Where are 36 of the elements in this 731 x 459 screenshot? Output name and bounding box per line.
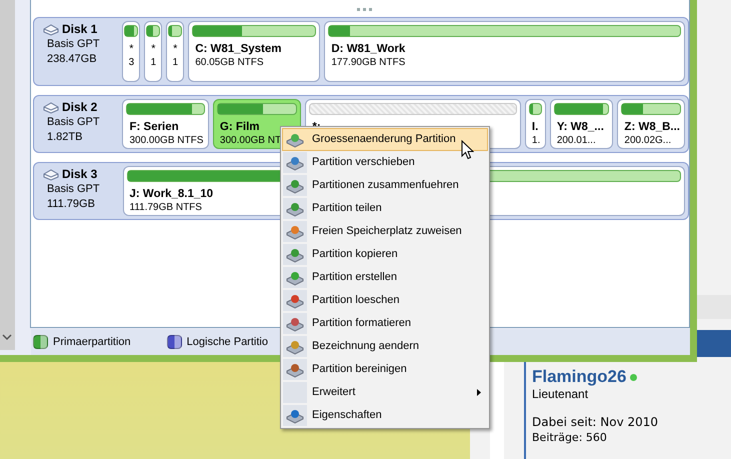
join-date: Dabei seit: Nov 2010 xyxy=(532,414,660,430)
partition-size: 1 xyxy=(172,56,178,70)
legend-label: Primaerpartition xyxy=(53,334,131,350)
disk-name: Disk 2 xyxy=(62,100,98,115)
partition-size: 111.79GB NTFS xyxy=(128,201,202,215)
partition-size: 200.01... xyxy=(556,134,596,148)
partition-label: G: Film xyxy=(218,120,260,134)
partition-size: 60.05GB NTFS xyxy=(194,56,264,70)
partition-label: Y: W8_... xyxy=(556,120,604,134)
partition-size: 3 xyxy=(128,56,134,70)
disk-type: Basis GPT xyxy=(46,37,101,52)
disk-name: Disk 1 xyxy=(62,22,98,37)
post-count: Beiträge: 560 xyxy=(532,430,608,446)
partition-label: D: W81_Work xyxy=(330,42,406,56)
partition-label: * xyxy=(129,42,134,56)
partition-size: 1. xyxy=(530,134,540,148)
partition-label: * xyxy=(173,42,178,56)
disk-type: Basis GPT xyxy=(46,115,101,130)
partition-label: C: W81_System xyxy=(194,42,282,56)
user-rank: Lieutenant xyxy=(532,387,590,402)
disk-size: 1.82TB xyxy=(46,130,84,145)
partition-label: * xyxy=(151,42,156,56)
partition-label: Z: W8_B... xyxy=(623,120,680,134)
partition-label: I. xyxy=(530,120,538,134)
disk-type: Basis GPT xyxy=(46,182,101,197)
disk-size: 111.79GB xyxy=(46,197,96,212)
partition-label: J: Work_8.1_10 xyxy=(128,187,214,201)
disk-name: Disk 3 xyxy=(62,167,98,182)
disk-size: 238.47GB xyxy=(46,52,98,67)
partition-size: 1 xyxy=(150,56,156,70)
legend-label: Logische Partitio xyxy=(186,334,268,350)
partition-size: 177.90GB NTFS xyxy=(330,56,406,70)
partition-size: 200.02G... xyxy=(623,134,672,148)
partition-label: F: Serien xyxy=(128,120,179,134)
partition-size: 300.00GB NTFS xyxy=(128,134,204,148)
partition-size: 300.00GB NT xyxy=(218,134,282,148)
